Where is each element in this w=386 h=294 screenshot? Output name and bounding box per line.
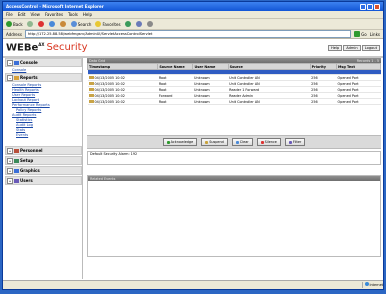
refresh-button[interactable] xyxy=(48,21,56,27)
home-button[interactable] xyxy=(59,21,67,27)
go-arrow-icon xyxy=(354,31,361,37)
close-button[interactable] xyxy=(374,3,380,10)
forward-arrow-icon xyxy=(26,21,33,27)
folder-icon xyxy=(14,60,19,65)
related-events-panel: Related Events xyxy=(87,175,381,257)
folder-icon xyxy=(14,158,19,163)
expand-icon: + xyxy=(7,157,13,164)
stop-icon xyxy=(37,21,44,27)
mail-icon xyxy=(135,21,142,27)
sidebar-section-reports[interactable]: − Reports xyxy=(5,73,82,82)
alarm-details-text: Default Security Alarm: 192 xyxy=(90,152,138,156)
filter-button[interactable]: Filter xyxy=(284,138,306,146)
collapse-icon: − xyxy=(7,59,13,66)
status-bar: Internet xyxy=(3,280,383,289)
print-icon xyxy=(146,21,153,27)
alarm-details-box: Default Security Alarm: 192 xyxy=(87,151,381,165)
brand-logo: WEBeAX Security xyxy=(6,41,88,54)
go-button[interactable]: Go xyxy=(354,31,367,37)
logout-link[interactable]: Logout xyxy=(361,44,380,51)
search-button[interactable]: Search xyxy=(70,21,91,27)
main-panel: Data Grid Records 1 - 5 Timestamp Source… xyxy=(86,58,381,279)
menu-tools[interactable]: Tools xyxy=(68,12,78,17)
event-icon xyxy=(88,82,94,85)
silence-button[interactable]: Silence xyxy=(256,138,281,146)
events-table: Timestamp Source Name User Name Source P… xyxy=(86,63,381,105)
suspend-button[interactable]: Suspend xyxy=(201,138,228,146)
pause-icon xyxy=(205,140,209,144)
expand-icon: + xyxy=(7,147,13,154)
sidebar-section-console[interactable]: − Console xyxy=(5,58,82,67)
history-button[interactable] xyxy=(124,21,132,27)
menu-edit[interactable]: Edit xyxy=(18,12,26,17)
filter-icon xyxy=(288,140,292,144)
address-label: Address xyxy=(6,31,22,37)
acknowledge-button[interactable]: Acknowledge xyxy=(162,138,198,146)
globe-icon xyxy=(364,282,369,286)
event-icon xyxy=(88,76,94,79)
expand-icon: + xyxy=(7,177,13,184)
sidebar: − Console Console − Reports Console Report… xyxy=(5,58,83,279)
event-icon xyxy=(88,94,94,97)
maximize-button[interactable] xyxy=(367,3,373,10)
menu-help[interactable]: Help xyxy=(83,12,92,17)
sidebar-section-graphics[interactable]: + Graphics xyxy=(5,166,82,175)
event-icon xyxy=(88,100,94,103)
favorites-button[interactable]: Favorites xyxy=(95,21,121,27)
history-icon xyxy=(124,21,131,27)
star-icon xyxy=(95,21,102,27)
menu-favorites[interactable]: Favorites xyxy=(45,12,63,17)
help-link[interactable]: Help xyxy=(328,44,343,51)
links-button[interactable]: Links xyxy=(370,32,380,37)
folder-icon xyxy=(14,75,19,80)
mail-button[interactable] xyxy=(135,21,143,27)
mute-icon xyxy=(260,140,264,144)
folder-icon xyxy=(14,168,19,173)
related-events-title: Related Events xyxy=(90,176,116,181)
title-bar: AccessControl - Microsoft Internet Explo… xyxy=(3,2,383,11)
refresh-icon xyxy=(48,21,55,27)
forward-button[interactable] xyxy=(26,21,34,27)
print-button[interactable] xyxy=(146,21,154,27)
address-input[interactable]: http://172.25.88.58/webfmgsrv/AdminUI/Se… xyxy=(24,30,352,38)
table-row[interactable]: 04/13/2005 10:02 Root Unknown Unit Control… xyxy=(87,98,381,105)
app-header: WEBeAX Security Help Admin Logout xyxy=(3,39,383,58)
folder-icon xyxy=(14,148,19,153)
header-links: Help Admin Logout xyxy=(327,44,380,51)
address-bar: Address http://172.25.88.58/webfmgsrv/Ad… xyxy=(3,30,383,39)
home-icon xyxy=(59,21,66,27)
search-icon xyxy=(70,21,77,27)
back-button[interactable]: Back xyxy=(6,21,23,27)
grid-title: Data Grid xyxy=(89,58,106,63)
window-title: AccessControl - Microsoft Internet Explo… xyxy=(6,4,104,9)
menu-file[interactable]: File xyxy=(6,12,13,17)
expand-icon: + xyxy=(7,167,13,174)
event-icon xyxy=(88,88,94,91)
admin-link[interactable]: Admin xyxy=(343,44,361,51)
action-button-bar: Acknowledge Suspend Clear Silence Filter xyxy=(87,135,381,149)
status-zone: Internet xyxy=(361,282,383,288)
folder-icon xyxy=(14,178,19,183)
back-arrow-icon xyxy=(6,21,12,27)
menu-view[interactable]: View xyxy=(30,12,40,17)
stop-button[interactable] xyxy=(37,21,45,27)
toolbar: Back Search Favorites xyxy=(3,19,383,30)
sidebar-section-users[interactable]: + Users xyxy=(5,176,82,185)
grid-record-count: Records 1 - 5 xyxy=(356,58,379,63)
clear-icon xyxy=(235,140,239,144)
sidebar-section-personnel[interactable]: + Personnel xyxy=(5,146,82,155)
minimize-button[interactable] xyxy=(360,3,366,10)
browser-window: AccessControl - Microsoft Internet Explo… xyxy=(2,1,384,290)
collapse-icon: − xyxy=(7,74,13,81)
sidebar-section-setup[interactable]: + Setup xyxy=(5,156,82,165)
related-events-header: Related Events xyxy=(88,176,380,181)
page-content: WEBeAX Security Help Admin Logout − Consol… xyxy=(3,39,383,281)
check-icon xyxy=(166,140,170,144)
menu-bar: File Edit View Favorites Tools Help xyxy=(3,11,383,19)
clear-button[interactable]: Clear xyxy=(231,138,253,146)
